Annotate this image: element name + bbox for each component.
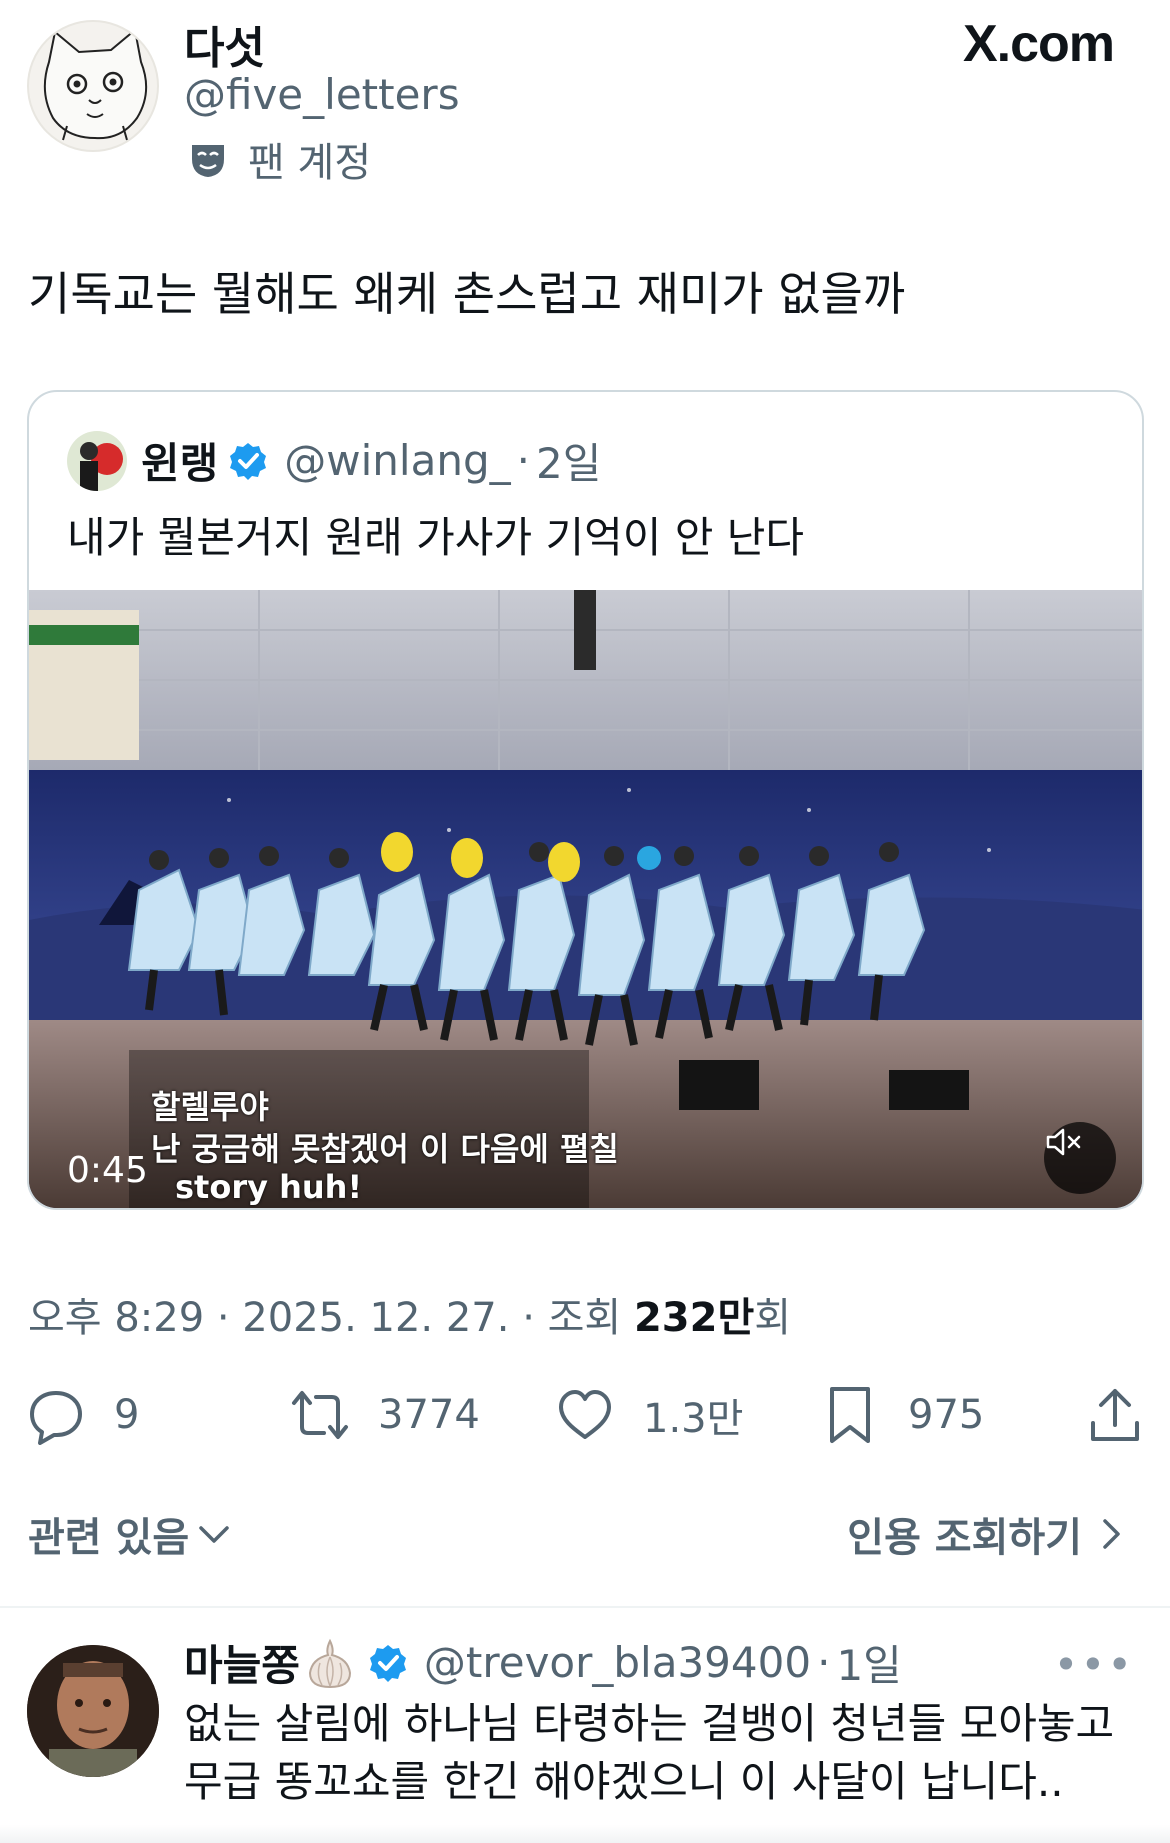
video-caption-line3: story huh! — [175, 1168, 363, 1206]
share-button[interactable] — [1085, 1370, 1145, 1460]
quoted-text: 내가 뭘본거지 원래 가사가 기억이 안 난다 — [67, 513, 804, 562]
verified-badge-icon — [230, 442, 267, 480]
reply-text-line1: 없는 살림에 하나님 타령하는 걸뱅이 청년들 모아놓고 — [184, 1699, 1115, 1748]
reply-name[interactable]: 마늘쫑 — [184, 1632, 300, 1693]
reply-button[interactable]: 9 — [26, 1370, 139, 1460]
author-avatar[interactable] — [27, 20, 159, 152]
video-player[interactable]: 할렐루야 난 궁금해 못참겠어 이 다음에 펼칠 story huh! 0:45 — [29, 590, 1142, 1208]
reply-count: 9 — [114, 1392, 140, 1438]
bookmark-count: 975 — [908, 1392, 985, 1438]
quoted-separator: · — [516, 436, 530, 485]
related-label: 관련 있음 — [28, 1515, 190, 1561]
author-name[interactable]: 다섯 — [184, 12, 265, 76]
speaker-muted-icon — [1046, 1128, 1081, 1156]
related-sort-button[interactable]: 관련 있음 — [28, 1505, 233, 1563]
views-label: 조회 — [547, 1295, 622, 1341]
video-caption-line1: 할렐루야 — [151, 1088, 269, 1126]
next-row-edge — [0, 1825, 1170, 1843]
action-bar: 9 3774 1.3만 975 — [0, 1370, 1170, 1460]
meta-dot: · — [522, 1295, 535, 1341]
brand-watermark: X.com — [962, 15, 1115, 73]
chevron-down-icon — [199, 1526, 229, 1543]
verified-badge-icon — [369, 1644, 406, 1682]
reply-avatar[interactable] — [27, 1645, 159, 1777]
bookmark-button[interactable]: 975 — [820, 1370, 984, 1460]
repost-count: 3774 — [378, 1392, 480, 1438]
repost-button[interactable]: 3774 — [290, 1370, 480, 1460]
garlic-icon — [308, 1638, 351, 1688]
quoted-avatar[interactable] — [67, 430, 127, 491]
quoted-handle[interactable]: @winlang_ — [284, 436, 510, 485]
reply-time[interactable]: 1일 — [836, 1632, 901, 1693]
tweet-text: 기독교는 뭘해도 왜케 촌스럽고 재미가 없을까 — [28, 267, 906, 321]
tweet-meta: 오후 8:29 · 2025. 12. 27. · 조회 232만회 — [28, 1285, 791, 1343]
quoted-header: 윈랭 @winlang_ · 2일 — [67, 430, 601, 491]
mask-icon — [192, 145, 224, 177]
bookmark-icon — [830, 1387, 870, 1443]
heart-icon — [559, 1390, 611, 1439]
reply-icon — [30, 1391, 82, 1445]
quoted-time[interactable]: 2일 — [536, 430, 601, 491]
like-count: 1.3만 — [643, 1396, 744, 1442]
reply-header: 마늘쫑 @trevor_bla39400 · 1일 — [184, 1632, 902, 1693]
tweet-time[interactable]: 오후 8:29 — [28, 1295, 204, 1341]
tweet-date[interactable]: 2025. 12. 27. — [242, 1295, 509, 1341]
fan-account-label: 팬 계정 — [248, 140, 372, 186]
video-duration: 0:45 — [67, 1150, 148, 1191]
fan-account-badge: 팬 계정 — [188, 130, 371, 188]
quoted-name[interactable]: 윈랭 — [141, 430, 218, 491]
more-options-button[interactable]: ••• — [1054, 1640, 1134, 1689]
chevron-right-icon — [1103, 1519, 1120, 1549]
tweet-header: 다섯 @five_letters 팬 계정 X.com — [0, 0, 1170, 200]
like-button[interactable]: 1.3만 — [555, 1370, 743, 1460]
views-suffix: 회 — [754, 1295, 792, 1341]
video-caption-line2: 난 궁금해 못참겠어 이 다음에 펼칠 — [151, 1130, 619, 1168]
mute-toggle-button[interactable] — [1044, 1122, 1116, 1194]
reply-handle[interactable]: @trevor_bla39400 — [424, 1638, 811, 1687]
repost-icon — [292, 1391, 348, 1439]
reply-text-line2: 무급 똥꼬쇼를 한긴 해야겠으니 이 사달이 납니다.. — [184, 1757, 1064, 1806]
author-handle[interactable]: @five_letters — [184, 70, 460, 119]
view-quotes-label: 인용 조회하기 — [847, 1515, 1082, 1561]
meta-dot: · — [216, 1295, 230, 1341]
divider — [0, 1606, 1170, 1608]
views-count: 232만 — [633, 1295, 755, 1341]
reply-separator: · — [817, 1638, 831, 1687]
share-icon — [1091, 1389, 1139, 1441]
view-quotes-link[interactable]: 인용 조회하기 — [847, 1505, 1130, 1563]
quoted-tweet-card[interactable]: 윈랭 @winlang_ · 2일 내가 뭘본거지 원래 가사가 기억이 안 난… — [27, 390, 1144, 1210]
